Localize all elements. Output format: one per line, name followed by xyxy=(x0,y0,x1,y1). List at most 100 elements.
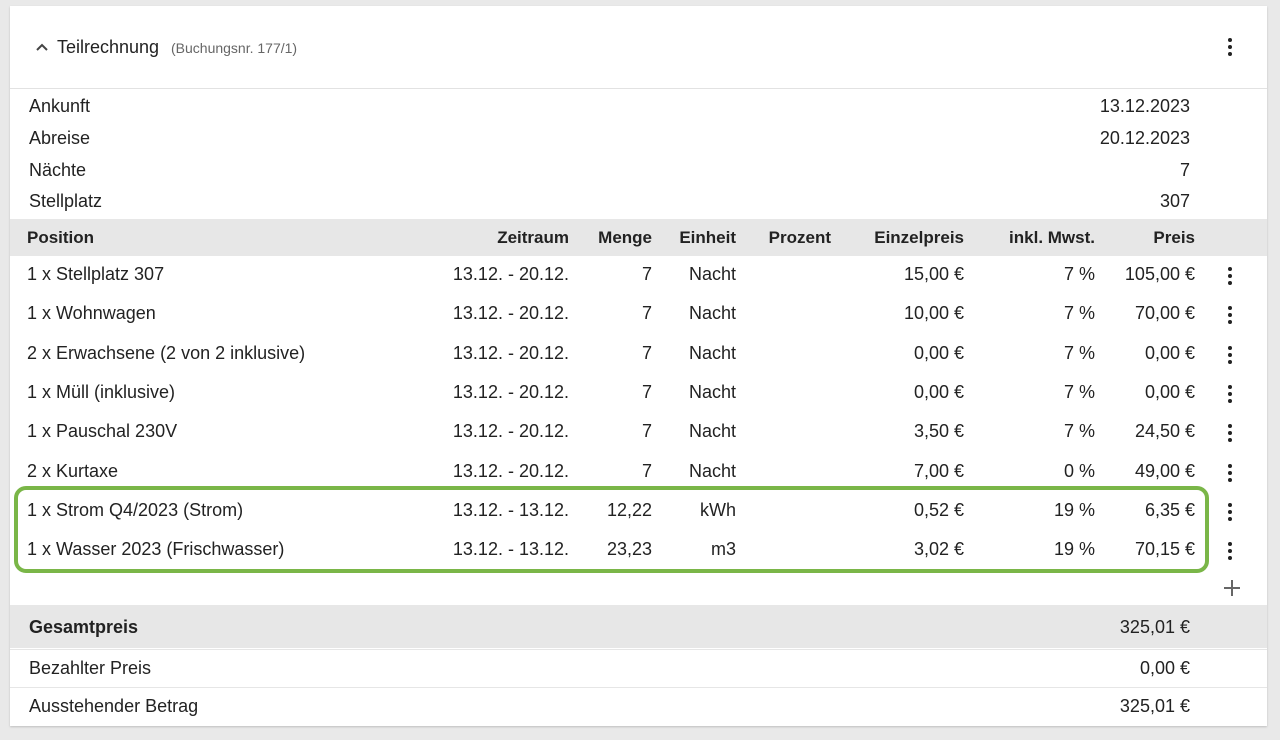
row-more-vertical-icon[interactable] xyxy=(1218,382,1242,406)
cell-menge: 7 xyxy=(641,460,652,481)
cell-einzelpreis: 15,00 € xyxy=(903,264,964,284)
cell-menge: 7 xyxy=(641,264,652,284)
column-header-position[interactable]: Position xyxy=(27,228,94,248)
column-header-prozent[interactable]: Prozent xyxy=(769,228,831,248)
cell-preis: 70,15 € xyxy=(1134,539,1195,560)
row-more-vertical-icon[interactable] xyxy=(1218,303,1242,327)
plus-icon[interactable] xyxy=(1220,576,1244,600)
column-header-zeitraum[interactable]: Zeitraum xyxy=(497,228,569,248)
info-row-nights: Nächte 7 xyxy=(10,156,1267,186)
row-more-vertical-icon[interactable] xyxy=(1218,264,1242,288)
cell-einzelpreis: 0,00 € xyxy=(913,342,964,363)
cell-einzelpreis: 0,00 € xyxy=(913,381,964,402)
cell-preis: 0,00 € xyxy=(1144,342,1195,363)
cell-position: 1 x Müll (inklusive) xyxy=(27,381,176,402)
cell-einzelpreis: 3,02 € xyxy=(913,539,964,560)
cell-mwst: 7 % xyxy=(1063,342,1095,363)
cell-position: 1 x Strom Q4/2023 (Strom) xyxy=(27,499,244,520)
row-more-vertical-icon[interactable] xyxy=(1218,539,1242,563)
card-title: Teilrechnung xyxy=(57,37,160,57)
cell-zeitraum: 13.12. - 20.12. xyxy=(452,342,569,363)
cell-preis: 0,00 € xyxy=(1144,381,1195,402)
info-label: Ankunft xyxy=(29,96,91,116)
info-row-pitch: Stellplatz 307 xyxy=(10,187,1267,217)
cell-menge: 7 xyxy=(641,303,652,324)
outstanding-value: 325,01 € xyxy=(1119,696,1190,716)
cell-position: 1 x Wohnwagen xyxy=(27,303,156,324)
table-row[interactable]: 2 x Erwachsene (2 von 2 inklusive) 13.12.… xyxy=(10,335,1267,374)
info-value: 307 xyxy=(1159,191,1190,211)
column-header-menge[interactable]: Menge xyxy=(598,228,652,248)
cell-preis: 105,00 € xyxy=(1124,264,1195,284)
column-header-mwst[interactable]: inkl. Mwst. xyxy=(1009,228,1095,248)
info-label: Stellplatz xyxy=(29,191,103,211)
cell-menge: 7 xyxy=(641,381,652,402)
table-row[interactable]: 1 x Strom Q4/2023 (Strom) 13.12. - 13.12.… xyxy=(10,492,1267,531)
total-value: 325,01 € xyxy=(1119,617,1190,637)
cell-einheit: Nacht xyxy=(688,381,736,402)
cell-position: 1 x Wasser 2023 (Frischwasser) xyxy=(27,539,285,560)
cell-mwst: 19 % xyxy=(1053,539,1095,560)
cell-position: 2 x Kurtaxe xyxy=(27,460,119,481)
table-row[interactable]: 1 x Wasser 2023 (Frischwasser) 13.12. - 1… xyxy=(10,531,1267,570)
column-header-einzelpreis[interactable]: Einzelpreis xyxy=(874,228,964,248)
cell-preis: 70,00 € xyxy=(1134,303,1195,324)
cell-einheit: Nacht xyxy=(688,421,736,442)
table-row[interactable]: 2 x Kurtaxe 13.12. - 20.12. 7 Nacht 7,00 € 0 … xyxy=(10,453,1267,492)
total-label: Gesamtpreis xyxy=(29,617,139,637)
cell-menge: 7 xyxy=(641,342,652,363)
info-row-arrival: Ankunft 13.12.2023 xyxy=(10,92,1267,122)
paid-value: 0,00 € xyxy=(1139,658,1190,678)
cell-mwst: 7 % xyxy=(1063,303,1095,324)
cell-einheit: m3 xyxy=(710,539,736,560)
table-row[interactable]: 1 x Pauschal 230V 13.12. - 20.12. 7 Nacht 3,… xyxy=(10,413,1267,452)
cell-einzelpreis: 0,52 € xyxy=(913,499,964,520)
row-more-vertical-icon[interactable] xyxy=(1218,343,1242,367)
info-value: 7 xyxy=(1179,160,1190,180)
cell-position: 2 x Erwachsene (2 von 2 inklusive) xyxy=(27,342,306,363)
info-label: Nächte xyxy=(29,160,87,180)
cell-position: 1 x Stellplatz 307 xyxy=(27,264,165,284)
header-more-vertical-icon[interactable] xyxy=(1218,35,1242,59)
paid-row: Bezahlter Preis 0,00 € xyxy=(10,649,1267,685)
cell-einheit: kWh xyxy=(700,499,736,520)
row-more-vertical-icon[interactable] xyxy=(1218,461,1242,485)
cell-mwst: 7 % xyxy=(1063,421,1095,442)
outstanding-label: Ausstehender Betrag xyxy=(29,696,199,716)
cell-einzelpreis: 7,00 € xyxy=(913,460,964,481)
table-row[interactable]: 1 x Stellplatz 307 13.12. - 20.12. 7 Nacht 1… xyxy=(10,256,1267,295)
cell-zeitraum: 13.12. - 20.12. xyxy=(452,421,569,442)
row-more-vertical-icon[interactable] xyxy=(1218,421,1242,445)
cell-zeitraum: 13.12. - 20.12. xyxy=(452,303,569,324)
cell-zeitraum: 13.12. - 13.12. xyxy=(452,499,569,520)
total-row: Gesamtpreis 325,01 € xyxy=(10,605,1267,648)
cell-mwst: 0 % xyxy=(1063,460,1095,481)
cell-zeitraum: 13.12. - 20.12. xyxy=(452,264,569,284)
table-row[interactable]: 1 x Wohnwagen 13.12. - 20.12. 7 Nacht 10,00 … xyxy=(10,295,1267,334)
cell-mwst: 19 % xyxy=(1053,499,1095,520)
cell-mwst: 7 % xyxy=(1063,264,1095,284)
chevron-up-icon[interactable] xyxy=(35,41,49,53)
cell-einzelpreis: 3,50 € xyxy=(913,421,964,442)
card-header[interactable]: Teilrechnung (Buchungsnr. 177/1) xyxy=(10,6,1267,89)
cell-zeitraum: 13.12. - 20.12. xyxy=(452,381,569,402)
cell-zeitraum: 13.12. - 13.12. xyxy=(452,539,569,560)
info-value: 20.12.2023 xyxy=(1099,128,1190,148)
table-row[interactable]: 1 x Müll (inklusive) 13.12. - 20.12. 7 Nach… xyxy=(10,374,1267,413)
cell-zeitraum: 13.12. - 20.12. xyxy=(452,460,569,481)
row-more-vertical-icon[interactable] xyxy=(1218,500,1242,524)
cell-mwst: 7 % xyxy=(1063,381,1095,402)
cell-einzelpreis: 10,00 € xyxy=(903,303,964,324)
cell-preis: 49,00 € xyxy=(1134,460,1195,481)
info-label: Abreise xyxy=(29,128,91,148)
cell-einheit: Nacht xyxy=(688,460,736,481)
cell-menge: 23,23 xyxy=(606,539,652,560)
info-row-departure: Abreise 20.12.2023 xyxy=(10,124,1267,154)
cell-einheit: Nacht xyxy=(688,264,736,284)
paid-label: Bezahlter Preis xyxy=(29,658,152,678)
outstanding-row: Ausstehender Betrag 325,01 € xyxy=(10,687,1267,723)
cell-einheit: Nacht xyxy=(688,342,736,363)
cell-preis: 6,35 € xyxy=(1144,499,1195,520)
column-header-preis[interactable]: Preis xyxy=(1153,228,1195,248)
column-header-einheit[interactable]: Einheit xyxy=(679,228,736,248)
